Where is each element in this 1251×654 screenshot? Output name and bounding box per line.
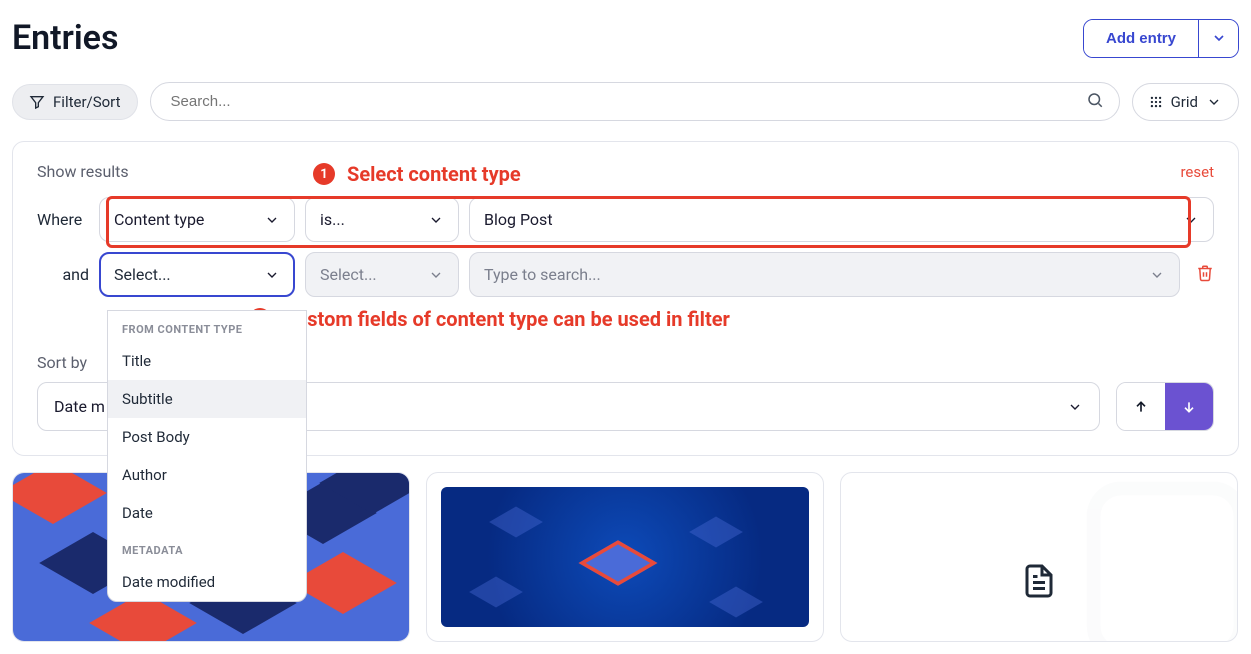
chevron-down-icon (1211, 30, 1227, 46)
dropdown-item[interactable]: Date modified (108, 563, 306, 601)
field-select-2[interactable]: Select... (99, 252, 295, 297)
value-input-2[interactable]: Type to search... (469, 252, 1180, 297)
entry-card[interactable] (426, 472, 824, 642)
arrow-down-icon (1181, 399, 1197, 415)
filter-row-1: Where Content type is... Blog Post (37, 197, 1214, 242)
entry-card[interactable] (840, 472, 1238, 642)
chevron-down-icon (264, 212, 280, 228)
arrow-up-icon (1133, 399, 1149, 415)
reset-button[interactable]: reset (1180, 163, 1214, 181)
placeholder-bg-icon (1057, 472, 1238, 642)
sort-asc-button[interactable] (1117, 383, 1165, 430)
value-input-2-placeholder: Type to search... (484, 265, 601, 284)
value-select-1-value: Blog Post (484, 210, 553, 229)
sort-direction-group (1116, 382, 1214, 431)
operator-select-1-value: is... (320, 210, 345, 229)
operator-select-1[interactable]: is... (305, 197, 459, 242)
annotation-text-1: Select content type (347, 162, 521, 186)
where-label: Where (37, 210, 89, 229)
view-label: Grid (1171, 93, 1198, 111)
page-title: Entries (12, 18, 118, 58)
field-dropdown: FROM CONTENT TYPE TitleSubtitlePost Body… (107, 310, 307, 602)
dropdown-item[interactable]: Date (108, 494, 306, 532)
dropdown-item[interactable]: Title (108, 342, 306, 380)
sort-field-value: Date m (54, 397, 105, 416)
show-results-label: Show results (37, 162, 129, 181)
chevron-down-icon (1183, 212, 1199, 228)
annotation-badge-1: 1 (313, 163, 335, 185)
add-entry-button-group: Add entry (1083, 19, 1239, 58)
search-icon[interactable] (1086, 91, 1104, 113)
and-label: and (37, 265, 89, 284)
annotation-1: 1 Select content type (313, 162, 521, 186)
document-icon (1021, 563, 1057, 599)
add-entry-button[interactable]: Add entry (1084, 20, 1198, 57)
annotation-text-2: Custom fields of content type can be use… (283, 307, 730, 331)
dropdown-item[interactable]: Author (108, 456, 306, 494)
operator-select-2[interactable]: Select... (305, 252, 459, 297)
chevron-down-icon (1149, 267, 1165, 283)
field-select-1-value: Content type (114, 210, 204, 229)
filter-sort-label: Filter/Sort (53, 93, 121, 111)
sort-desc-button[interactable] (1165, 383, 1213, 430)
dropdown-section-header: METADATA (108, 532, 306, 563)
chevron-down-icon (428, 212, 444, 228)
chevron-down-icon (1067, 399, 1083, 415)
annotation-2: 2 Custom fields of content type can be u… (249, 307, 1214, 331)
dropdown-section-header: FROM CONTENT TYPE (108, 311, 306, 342)
delete-filter-row-button[interactable] (1196, 264, 1214, 286)
grid-icon (1149, 95, 1163, 109)
dropdown-item[interactable]: Subtitle (108, 380, 306, 418)
filter-icon (29, 94, 45, 110)
chevron-down-icon (428, 267, 444, 283)
entry-thumbnail (441, 487, 809, 627)
chevron-down-icon (264, 267, 280, 283)
filter-row-2: and Select... Select... Type to search..… (37, 252, 1214, 297)
value-select-1[interactable]: Blog Post (469, 197, 1214, 242)
field-select-1[interactable]: Content type (99, 197, 295, 242)
add-entry-dropdown-toggle[interactable] (1198, 20, 1238, 57)
filter-sort-button[interactable]: Filter/Sort (12, 84, 138, 120)
field-select-2-value: Select... (114, 265, 171, 284)
view-toggle[interactable]: Grid (1132, 83, 1239, 121)
search-input[interactable] (150, 82, 1120, 121)
filter-panel: Show results reset 1 Select content type… (12, 141, 1239, 456)
operator-select-2-value: Select... (320, 265, 377, 284)
dropdown-item[interactable]: Post Body (108, 418, 306, 456)
chevron-down-icon (1206, 94, 1222, 110)
